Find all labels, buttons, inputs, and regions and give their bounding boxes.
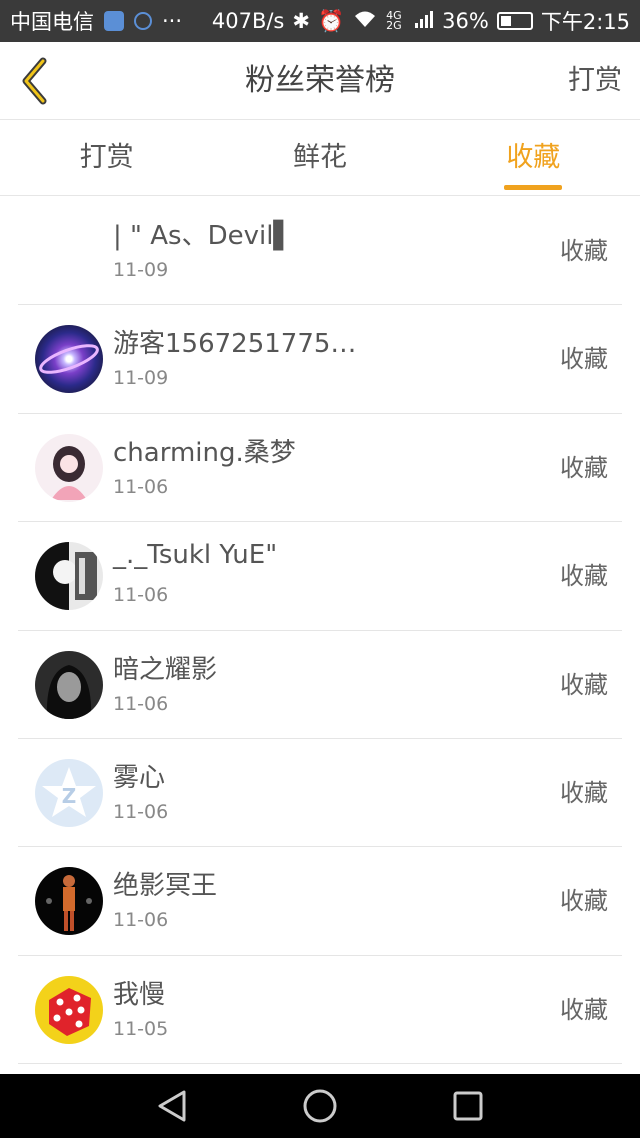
favorite-label[interactable]: 收藏 [560, 197, 608, 305]
tab-favorites[interactable]: 收藏 [427, 121, 640, 195]
wifi-icon [352, 9, 378, 34]
status-bar: 中国电信 ··· 407B/s ✱ ⏰ 4G 2G 36% 下午2:15 [0, 0, 640, 42]
fan-date: 11-09 [113, 367, 169, 390]
avatar[interactable] [35, 867, 103, 936]
fan-name: charming.桑梦 [113, 437, 296, 468]
tab-tip[interactable]: 打赏 [0, 121, 213, 195]
back-button[interactable] [14, 56, 54, 106]
alarm-icon: ⏰ [317, 8, 345, 33]
network-type: 4G 2G [386, 9, 402, 32]
nav-recents-button[interactable] [448, 1086, 488, 1126]
fan-date: 11-06 [113, 800, 169, 823]
fan-name: | " As、Devil▌ [113, 221, 294, 251]
list-item[interactable]: 我慢 11-05 收藏 [18, 956, 622, 1065]
fan-name: 我慢 [113, 979, 166, 1010]
avatar[interactable] [35, 325, 103, 394]
chevron-left-icon [22, 57, 47, 105]
page-title: 粉丝荣誉榜 [245, 63, 395, 98]
fan-name: 绝影冥王 [113, 871, 218, 902]
fan-date: 11-06 [113, 475, 169, 498]
avatar[interactable] [35, 433, 103, 502]
nav-back-button[interactable] [152, 1086, 192, 1126]
nav-home-button[interactable] [300, 1086, 340, 1126]
tab-label: 鲜花 [292, 142, 347, 173]
favorite-label[interactable]: 收藏 [560, 631, 608, 739]
clock: 下午2:15 [540, 10, 630, 34]
list-item[interactable]: 暗之耀影 11-06 收藏 [18, 631, 622, 739]
list-item[interactable]: charming.桑梦 11-06 收藏 [18, 414, 622, 523]
app-header: 粉丝荣誉榜 打赏 [0, 42, 640, 120]
system-navigation-bar [0, 1074, 640, 1138]
triangle-back-icon [158, 1090, 186, 1122]
svg-text:Z: Z [62, 784, 77, 808]
circle-home-icon [303, 1089, 337, 1123]
fan-name: 游客1567251775… [113, 329, 357, 360]
fan-name: _._Tsukl YuE" [113, 540, 278, 571]
list-item[interactable]: _._Tsukl YuE" 11-06 收藏 [18, 522, 622, 631]
tab-label: 打赏 [79, 142, 134, 173]
favorite-label[interactable]: 收藏 [560, 847, 608, 955]
favorite-label[interactable]: 收藏 [560, 522, 608, 630]
more-dots-icon: ··· [162, 9, 183, 33]
fan-date: 11-06 [113, 692, 169, 715]
list-item[interactable]: Z 雾心 11-06 收藏 [18, 739, 622, 848]
favorite-label[interactable]: 收藏 [560, 305, 608, 413]
list-item[interactable]: 绝影冥王 11-06 收藏 [18, 847, 622, 956]
avatar[interactable]: Z [35, 758, 103, 827]
square-recents-icon [453, 1091, 483, 1121]
list-item[interactable]: 游客1567251775… 11-09 收藏 [18, 305, 622, 414]
avatar[interactable] [35, 542, 103, 611]
sync-icon [134, 12, 152, 30]
carrier-label: 中国电信 [10, 10, 94, 34]
battery-percent: 36% [442, 9, 489, 33]
active-tab-indicator [504, 185, 563, 190]
avatar[interactable] [35, 975, 103, 1044]
fan-date: 11-06 [113, 584, 169, 607]
bluetooth-icon: ✱ [292, 9, 310, 33]
fan-list: | " As、Devil▌ 11-09 收藏 游客1567251775… 11-… [0, 197, 640, 1065]
battery-icon [496, 12, 533, 30]
favorite-label[interactable]: 收藏 [560, 414, 608, 522]
signal-icon [414, 9, 434, 34]
location-icon [104, 11, 124, 31]
tab-label: 收藏 [506, 142, 561, 173]
fan-name: 暗之耀影 [113, 654, 218, 685]
tab-bar: 打赏 鲜花 收藏 [0, 121, 640, 196]
list-item[interactable]: | " As、Devil▌ 11-09 收藏 [18, 197, 622, 306]
fan-date: 11-05 [113, 1017, 169, 1040]
tab-flowers[interactable]: 鲜花 [213, 121, 426, 195]
net-speed: 407B/s [211, 9, 285, 33]
tip-button[interactable]: 打赏 [568, 42, 622, 120]
fan-name: 雾心 [113, 762, 166, 793]
fan-date: 11-09 [113, 259, 169, 281]
favorite-label[interactable]: 收藏 [560, 739, 608, 847]
favorite-label[interactable]: 收藏 [560, 956, 608, 1064]
fan-date: 11-06 [113, 909, 169, 932]
avatar[interactable] [35, 650, 103, 719]
